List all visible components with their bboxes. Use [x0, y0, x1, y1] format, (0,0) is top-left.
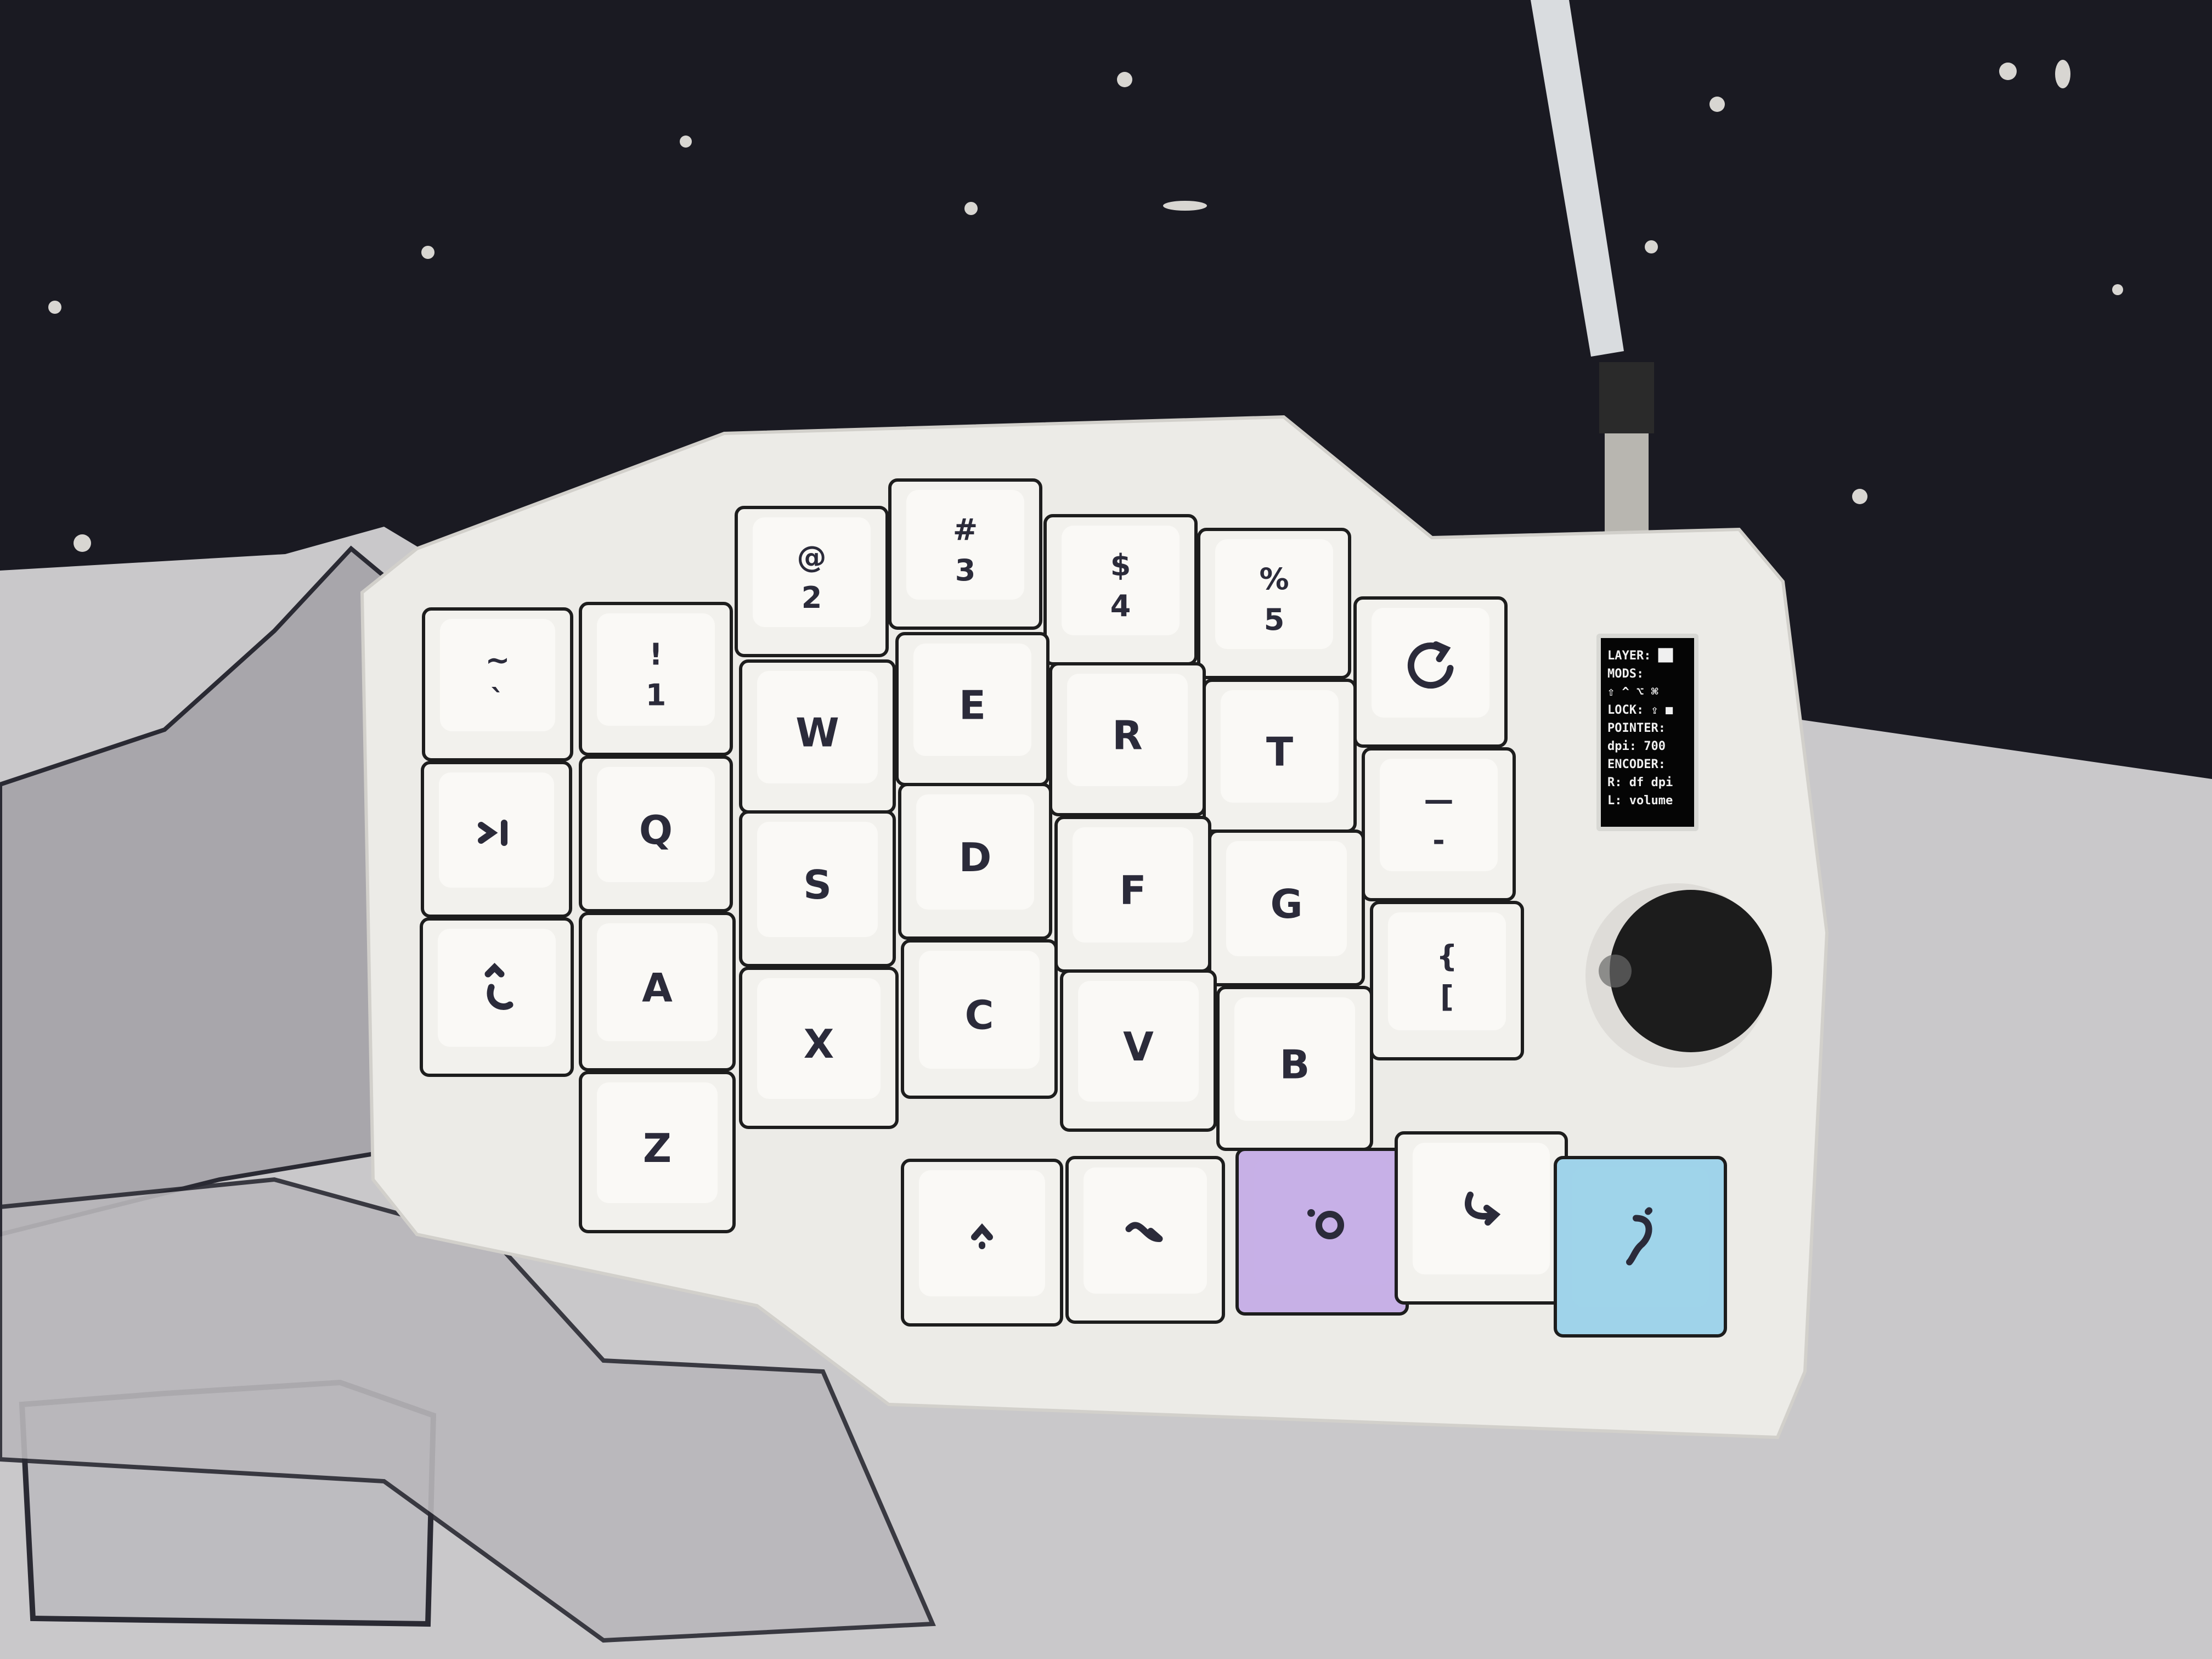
key-d[interactable]: D: [898, 783, 1052, 940]
keycap-top: [439, 772, 554, 888]
key-legend: B: [1280, 1042, 1310, 1088]
oled-line: POINTER:: [1607, 721, 1666, 735]
key-legend: [: [1440, 980, 1454, 1014]
key-legend: Q: [639, 807, 673, 853]
keycap-top: [1572, 1167, 1709, 1307]
key-legend: A: [642, 965, 673, 1011]
key-tilde[interactable]: ~`: [422, 607, 573, 761]
key-2[interactable]: @2: [735, 506, 889, 657]
key-w[interactable]: W: [739, 659, 896, 814]
keycap-top: [1372, 608, 1489, 718]
key-legend: E: [959, 682, 986, 729]
key-b[interactable]: B: [1216, 986, 1373, 1151]
key-legend-shift: —: [1424, 783, 1454, 817]
usb-cable-connector: [1605, 433, 1649, 532]
oled-display: LAYER: ██ MODS: ⇧ ^ ⌥ ⌘ LOCK: ⇪ ■ POINTER: dp…: [1596, 634, 1699, 831]
key-legend-shift: $: [1110, 548, 1131, 583]
key-tab[interactable]: [421, 761, 572, 918]
key-5[interactable]: %5: [1197, 528, 1351, 679]
usb-cable-collar: [1599, 362, 1654, 433]
oled-line: LAYER: ██: [1607, 649, 1673, 663]
key-legend: 4: [1110, 589, 1131, 623]
key-z[interactable]: Z: [579, 1071, 736, 1233]
oled-line: R: df dpi: [1607, 776, 1673, 789]
key-a[interactable]: A: [579, 912, 736, 1071]
key-refresh[interactable]: [1353, 596, 1508, 748]
key-legend-shift: !: [649, 637, 663, 672]
key-g[interactable]: G: [1208, 830, 1365, 986]
key-s[interactable]: S: [739, 810, 896, 967]
oled-line: L: volume: [1607, 794, 1673, 808]
keycap-top: [1413, 1143, 1550, 1274]
key-hook-arrow[interactable]: [1395, 1131, 1568, 1305]
key-legend: T: [1266, 729, 1293, 775]
key-e[interactable]: E: [895, 632, 1049, 786]
key-r[interactable]: R: [1049, 662, 1206, 816]
key-legend: V: [1123, 1024, 1154, 1070]
key-legend: 1: [646, 678, 667, 713]
key-legend-shift: #: [953, 512, 978, 547]
key-legend-shift: ~: [485, 643, 510, 678]
key-q[interactable]: Q: [579, 755, 733, 912]
key-x[interactable]: X: [739, 967, 899, 1129]
oled-line: ENCODER:: [1607, 758, 1666, 771]
key-legend-shift: @: [797, 540, 827, 574]
encoder-knob[interactable]: [1610, 890, 1772, 1052]
key-dot-circle[interactable]: [1235, 1148, 1409, 1316]
key-minus[interactable]: —-: [1362, 747, 1516, 901]
key-legend: C: [965, 992, 994, 1039]
key-v[interactable]: V: [1060, 969, 1217, 1132]
key-legend: 3: [955, 553, 976, 588]
key-question[interactable]: [1554, 1156, 1727, 1338]
photo-scene: ~`!1@2#3 $4%5QWER T—-ASDF G{[ZXCV B: [0, 0, 2212, 1659]
key-legend: D: [959, 834, 992, 881]
key-legend: F: [1119, 867, 1146, 913]
key-3[interactable]: #3: [888, 478, 1042, 630]
key-legend: -: [1432, 823, 1444, 858]
key-f[interactable]: F: [1054, 816, 1211, 973]
key-legend-shift: {: [1436, 939, 1457, 974]
key-legend: W: [795, 710, 839, 756]
key-legend: S: [803, 862, 832, 908]
key-c[interactable]: C: [901, 939, 1058, 1099]
key-legend: X: [804, 1021, 834, 1067]
keycap-top: [438, 929, 556, 1047]
key-legend: Z: [643, 1125, 672, 1171]
key-legend: 5: [1264, 602, 1285, 637]
key-1[interactable]: !1: [579, 602, 733, 756]
key-legend: 2: [802, 580, 822, 615]
oled-line: LOCK: ⇪ ■: [1607, 703, 1673, 717]
key-legend: G: [1270, 881, 1302, 927]
key-shift[interactable]: [901, 1159, 1063, 1327]
key-bracket[interactable]: {[: [1370, 901, 1524, 1060]
oled-line: MODS:: [1607, 667, 1644, 681]
key-4[interactable]: $4: [1043, 514, 1198, 665]
key-esc[interactable]: [420, 917, 574, 1077]
key-tilde-squiggle[interactable]: [1065, 1156, 1225, 1324]
oled-line: dpi: 700: [1607, 740, 1666, 753]
key-legend-shift: %: [1259, 562, 1289, 596]
oled-line: ⇧ ^ ⌥ ⌘: [1607, 685, 1658, 699]
key-t[interactable]: T: [1203, 679, 1357, 833]
key-legend: R: [1112, 713, 1142, 759]
key-legend: `: [490, 684, 505, 718]
encoder-knob-highlight: [1599, 955, 1632, 988]
